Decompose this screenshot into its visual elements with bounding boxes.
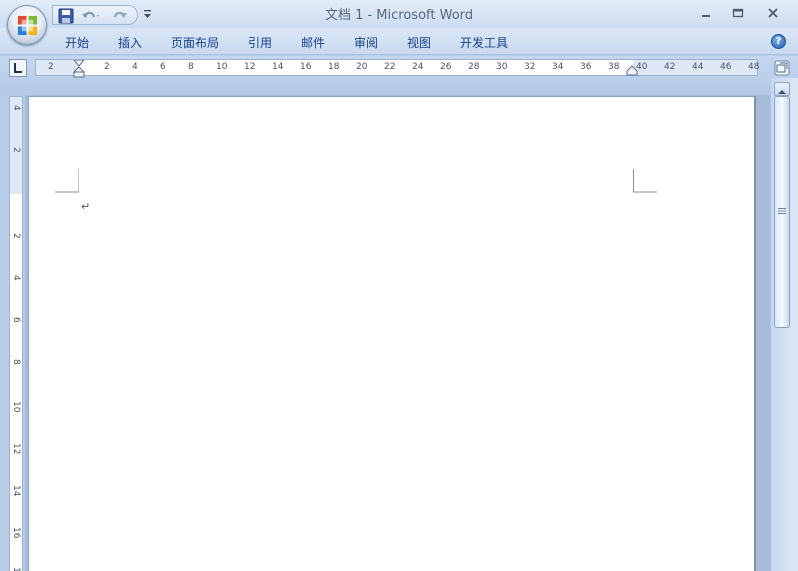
ribbon-tab-bar: 开始 插入 页面布局 引用 邮件 审阅 视图 开发工具 ? (0, 28, 798, 55)
office-logo-icon (17, 15, 38, 36)
ruler-tick-label: 26 (440, 62, 452, 72)
ruler-tick-label: 30 (496, 62, 508, 72)
ruler-tick-label: 22 (384, 62, 396, 72)
tab-page-layout[interactable]: 页面布局 (171, 34, 219, 51)
help-icon[interactable]: ? (771, 34, 786, 49)
paragraph-mark: ↵ (81, 200, 91, 213)
vertical-ruler-tick-label: 6 (11, 317, 21, 323)
scroll-thumb[interactable] (774, 96, 790, 328)
ruler-tick-label: 34 (552, 62, 564, 72)
indent-marker-icon[interactable] (72, 60, 86, 78)
ruler-tick-label: 10 (216, 62, 228, 72)
vertical-ruler[interactable]: 4 2 2 4 6 8 10 12 14 16 18 (9, 96, 23, 571)
ruler-tick-label: 28 (468, 62, 480, 72)
vertical-ruler-tick-label: 4 (11, 275, 21, 281)
tab-mailings[interactable]: 邮件 (301, 34, 325, 51)
vertical-ruler-tick-label: 16 (11, 527, 21, 539)
window-title: 文档 1 - Microsoft Word (324, 8, 474, 23)
left-tab-icon (14, 63, 22, 73)
close-icon[interactable] (765, 6, 781, 20)
title-bar: 文档 1 - Microsoft Word (0, 0, 798, 28)
tab-home[interactable]: 开始 (65, 34, 89, 51)
ruler-tick-label: 12 (244, 62, 256, 72)
vertical-ruler-tick-label: 14 (11, 485, 21, 497)
view-ruler-icon[interactable] (774, 60, 790, 76)
ruler-tick-label: 14 (272, 62, 284, 72)
ruler-tick-label: 2 (48, 62, 54, 72)
vertical-ruler-tick-label: 2 (11, 147, 21, 153)
ruler-tick-label: 18 (328, 62, 340, 72)
minimize-icon[interactable] (698, 6, 714, 20)
ruler-text-area (10, 194, 22, 571)
ruler-tick-label: 46 (720, 62, 732, 72)
ruler-tick-label: 32 (524, 62, 536, 72)
vertical-scrollbar[interactable] (771, 78, 798, 571)
ruler-tick-label: 4 (132, 62, 138, 72)
tab-developer[interactable]: 开发工具 (460, 34, 508, 51)
vertical-ruler-tick-label: 2 (11, 233, 21, 239)
ruler-tick-label: 36 (580, 62, 592, 72)
horizontal-ruler[interactable]: 2 2 4 6 8 10 12 14 16 18 20 22 24 26 28 30 32 34 36 38 40 42 4… (35, 59, 760, 78)
margin-corner-top-left (55, 169, 79, 193)
tab-stop-selector[interactable] (9, 59, 27, 77)
vertical-ruler-tick-label: 18 (11, 567, 21, 571)
ruler-tick-label: 16 (300, 62, 312, 72)
tab-review[interactable]: 审阅 (354, 34, 378, 51)
office-button[interactable] (7, 5, 47, 45)
scroll-up-button[interactable] (774, 82, 790, 96)
tab-references[interactable]: 引用 (248, 34, 272, 51)
ruler-tick-label: 48 (748, 62, 760, 72)
ruler-area: 2 2 4 6 8 10 12 14 16 18 20 22 24 26 28 30 32 34 36 38 40 42 4… (0, 56, 798, 95)
vertical-ruler-tick-label: 8 (11, 359, 21, 365)
ruler-tick-label: 8 (188, 62, 194, 72)
ruler-tick-label: 42 (664, 62, 676, 72)
ruler-tick-label: 44 (692, 62, 704, 72)
ruler-tick-label: 40 (636, 62, 648, 72)
grip-icon (778, 208, 786, 214)
maximize-icon[interactable] (730, 6, 746, 20)
tab-insert[interactable]: 插入 (118, 34, 142, 51)
tab-view[interactable]: 视图 (407, 34, 431, 51)
ruler-tick-label: 20 (356, 62, 368, 72)
vertical-ruler-tick-label: 4 (11, 105, 21, 111)
ruler-tick-label: 6 (160, 62, 166, 72)
ruler-tick-label: 2 (104, 62, 110, 72)
ruler-tick-label: 38 (608, 62, 620, 72)
document-page[interactable]: ↵ (28, 96, 754, 571)
vertical-ruler-tick-label: 12 (11, 443, 21, 455)
document-workspace: ↵ (25, 95, 771, 571)
vertical-ruler-tick-label: 10 (11, 401, 21, 413)
ruler-tick-label: 24 (412, 62, 424, 72)
margin-corner-top-right (633, 169, 657, 193)
